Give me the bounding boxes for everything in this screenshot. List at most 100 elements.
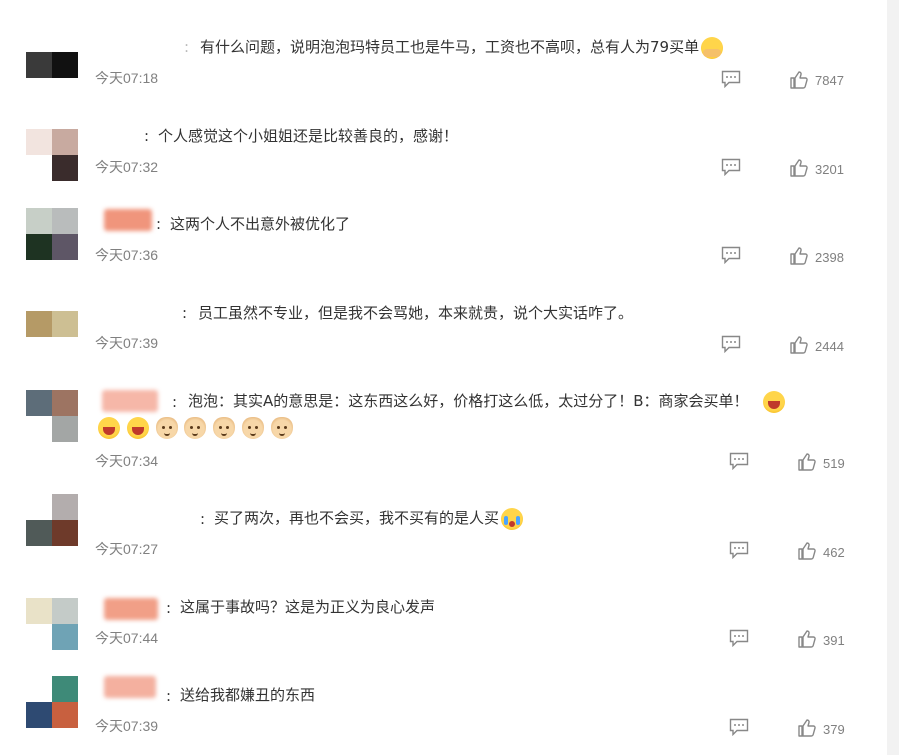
comment-text: 这属于事故吗？这是为正义为良心发声	[180, 596, 435, 618]
crying-emoji-icon	[501, 507, 524, 530]
cat-emoji-icon	[241, 416, 264, 439]
name-separator: :	[200, 510, 206, 528]
comment-panel: : 有什么问题，说明泡泡玛特员工也是牛马，工资也不高呗，总有人为79买单 今天0…	[0, 0, 887, 755]
avatar-tile	[52, 494, 78, 520]
comment-text: 这两个人不出意外被优化了	[170, 213, 350, 235]
avatar[interactable]	[26, 676, 78, 728]
avatar-tile	[26, 155, 52, 181]
name-separator: :	[182, 304, 188, 322]
avatar-tile	[52, 702, 78, 728]
thumbs-up-icon[interactable]	[789, 246, 809, 266]
avatar[interactable]	[26, 208, 78, 260]
emoji-line	[96, 416, 293, 439]
like-count: 462	[823, 545, 845, 560]
like-count: 391	[823, 633, 845, 648]
avatar-tile	[26, 234, 52, 260]
comment-time: 今天07:39	[95, 335, 159, 351]
like-count: 2444	[815, 339, 844, 354]
cat-emoji-icon	[270, 416, 293, 439]
reply-icon[interactable]	[729, 629, 749, 647]
avatar[interactable]	[26, 390, 78, 442]
reply-icon[interactable]	[721, 335, 741, 353]
avatar-tile	[26, 390, 52, 416]
like-count: 7847	[815, 73, 844, 88]
thumbs-up-icon[interactable]	[789, 335, 809, 355]
avatar-tile	[26, 52, 52, 78]
avatar-tile	[26, 676, 52, 702]
comment-text: 泡泡：其实A的意思是：这东西这么好，价格打这么低，太过分了！B：商家会买单！	[188, 390, 785, 413]
avatar-tile	[52, 155, 78, 181]
comment-body: 员工虽然不专业，但是我不会骂她，本来就贵，说个大实话咋了。	[198, 304, 634, 322]
avatar[interactable]	[26, 598, 78, 650]
reply-icon[interactable]	[721, 246, 741, 264]
avatar-tile	[52, 208, 78, 234]
laughing-emoji-icon	[98, 416, 120, 439]
name-separator: :	[184, 38, 190, 56]
like-count: 379	[823, 722, 845, 737]
like-count: 3201	[815, 162, 844, 177]
comment-body: 有什么问题，说明泡泡玛特员工也是牛马，工资也不高呗，总有人为79买单	[200, 38, 700, 56]
comment-body: 这两个人不出意外被优化了	[170, 215, 351, 233]
comment-body: 送给我都嫌丑的东西	[180, 686, 316, 704]
like-count: 2398	[815, 250, 844, 265]
comment-time: 今天07:27	[95, 541, 159, 557]
thumbs-up-icon[interactable]	[797, 629, 817, 649]
avatar-tile	[52, 52, 78, 78]
avatar[interactable]	[26, 52, 78, 104]
laughing-emoji-icon	[762, 390, 785, 413]
name-separator: :	[172, 393, 178, 411]
username[interactable]	[104, 209, 152, 231]
avatar-tile	[52, 416, 78, 442]
avatar-tile	[52, 624, 78, 650]
avatar-tile	[26, 520, 52, 546]
name-separator: :	[166, 599, 172, 617]
comment-body: 这属于事故吗？这是为正义为良心发声	[180, 598, 436, 616]
reply-icon[interactable]	[721, 158, 741, 176]
thumbs-up-icon[interactable]	[797, 541, 817, 561]
thumbs-up-icon[interactable]	[789, 70, 809, 90]
comment-time: 今天07:34	[95, 453, 159, 469]
reply-icon[interactable]	[729, 718, 749, 736]
avatar-tile	[26, 416, 52, 442]
thumbs-up-icon[interactable]	[797, 452, 817, 472]
avatar[interactable]	[26, 129, 78, 181]
thumbs-up-icon[interactable]	[789, 158, 809, 178]
comment-text: 送给我都嫌丑的东西	[180, 684, 315, 706]
comment-time: 今天07:44	[95, 630, 159, 646]
name-separator: :	[144, 127, 150, 145]
avatar-tile	[52, 520, 78, 546]
avatar-tile	[26, 598, 52, 624]
name-separator: :	[166, 687, 172, 705]
username[interactable]	[104, 676, 156, 698]
comment-text: 有什么问题，说明泡泡玛特员工也是牛马，工资也不高呗，总有人为79买单	[200, 36, 724, 59]
avatar[interactable]	[26, 494, 78, 546]
thumbs-up-icon[interactable]	[797, 718, 817, 738]
avatar-tile	[26, 702, 52, 728]
cat-emoji-icon	[155, 416, 178, 439]
comment-time: 今天07:36	[95, 247, 159, 263]
avatar-tile	[52, 129, 78, 155]
avatar-tile	[52, 676, 78, 702]
like-count: 519	[823, 456, 845, 471]
reply-icon[interactable]	[729, 452, 749, 470]
cat-emoji-icon	[213, 416, 236, 439]
avatar-tile	[26, 624, 52, 650]
comment-body: 个人感觉这个小姐姐还是比较善良的，感谢！	[158, 127, 459, 145]
reply-icon[interactable]	[721, 70, 741, 88]
cat-emoji-icon	[184, 416, 207, 439]
avatar-tile	[26, 494, 52, 520]
avatar-tile	[52, 311, 78, 337]
comment-body: 泡泡：其实A的意思是：这东西这么好，价格打这么低，太过分了！B：商家会买单！	[188, 392, 749, 410]
avatar[interactable]	[26, 311, 78, 363]
username[interactable]	[102, 390, 158, 412]
avatar-tile	[26, 129, 52, 155]
username[interactable]	[104, 598, 158, 620]
reply-icon[interactable]	[729, 541, 749, 559]
laughing-emoji-icon	[126, 416, 149, 439]
comment-time: 今天07:18	[95, 70, 159, 86]
avatar-tile	[26, 208, 52, 234]
name-separator: :	[156, 215, 162, 233]
comment-time: 今天07:39	[95, 718, 159, 734]
avatar-tile	[52, 390, 78, 416]
comment-text: 员工虽然不专业，但是我不会骂她，本来就贵，说个大实话咋了。	[198, 302, 633, 324]
